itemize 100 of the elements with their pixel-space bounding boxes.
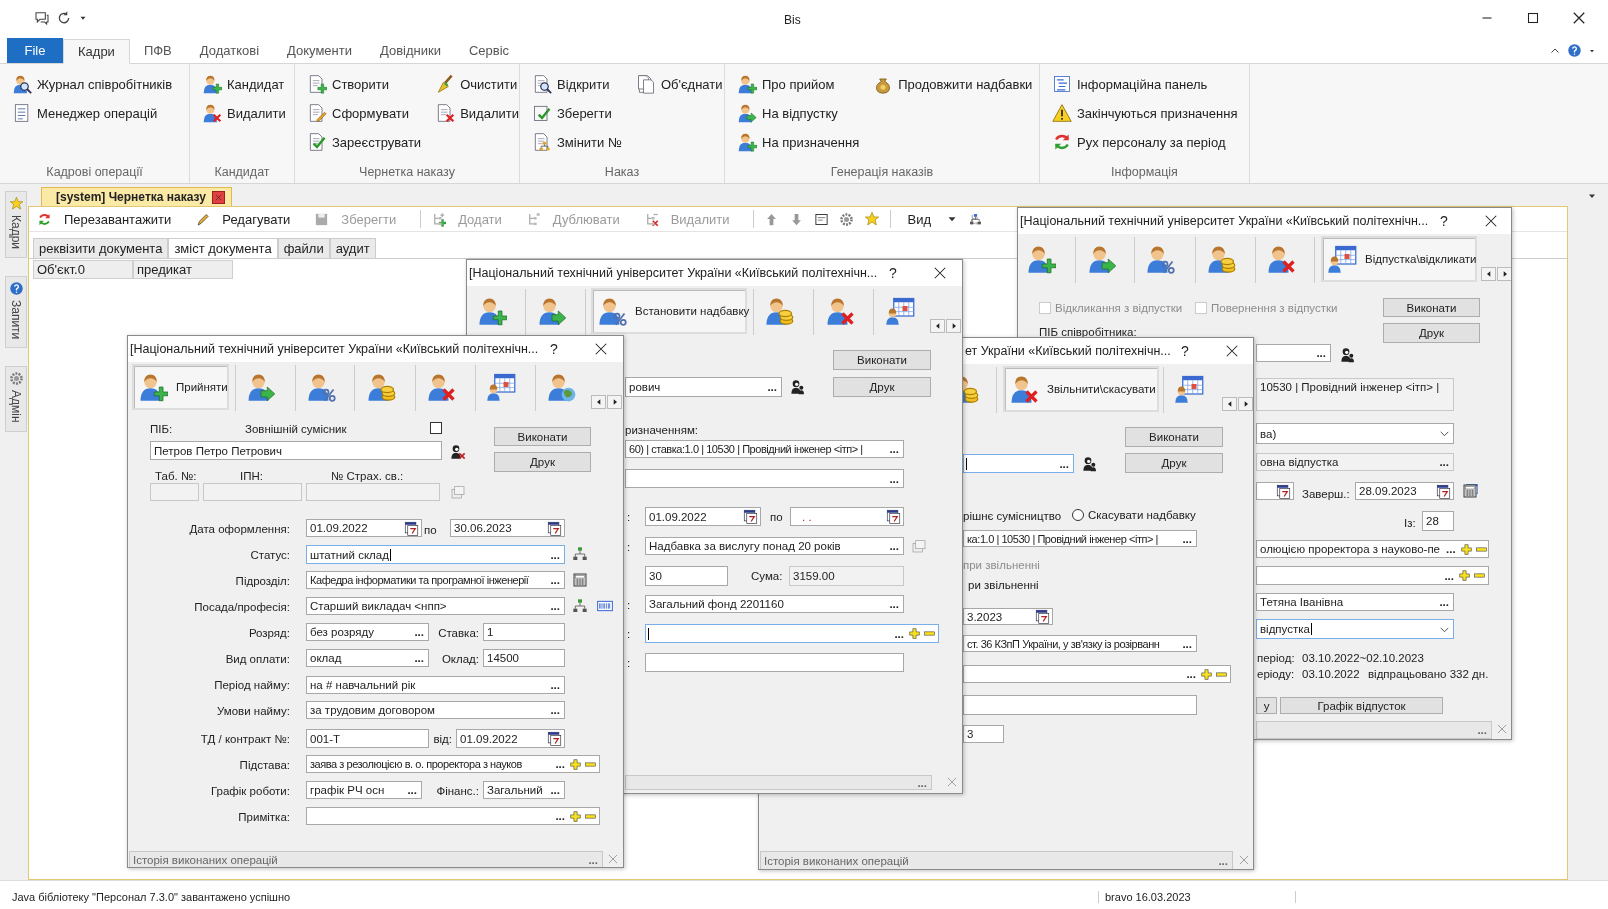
ellipsis-button[interactable]: ...	[553, 810, 567, 822]
text-field[interactable]: Тетяна Іванівна ...	[1256, 593, 1454, 611]
file-button[interactable]: File	[7, 38, 63, 63]
chat-icon[interactable]	[34, 10, 50, 26]
text-field[interactable]: оклад ...	[306, 649, 429, 667]
date-picker-icon[interactable]	[1035, 609, 1050, 624]
ellipsis-button[interactable]: ...	[887, 540, 901, 552]
sidebar-tab[interactable]: Запити	[5, 276, 27, 349]
text-field[interactable]: 1	[483, 623, 565, 641]
text-field[interactable]: ...	[1256, 566, 1489, 585]
text-field[interactable]: олюцією проректора з науково-пе ...	[1256, 540, 1489, 558]
ellipsis-button[interactable]: ...	[1057, 457, 1071, 470]
ribbon-button[interactable]: Об'єднати	[635, 72, 723, 96]
text-field[interactable]	[306, 483, 440, 501]
text-field[interactable]: 30	[645, 566, 728, 586]
text-field[interactable]: овна відпустка ...	[1256, 453, 1454, 471]
checkbox[interactable]	[430, 422, 442, 434]
ribbon-button[interactable]: Створити	[307, 72, 422, 96]
text-field[interactable]: Кафедра інформатики та програмної інженерії ...	[306, 571, 565, 589]
ribbon-tab[interactable]: Довідники	[366, 38, 455, 63]
text-field[interactable]: заява з резолюцією в. о. проректора з науков ...	[306, 755, 600, 773]
help-button[interactable]: ?	[550, 341, 558, 357]
text-field[interactable]: Петров Петро Петрович	[150, 441, 442, 460]
document-tab[interactable]: [system] Чернетка наказу	[41, 187, 232, 206]
ellipsis-button[interactable]: ...	[1475, 724, 1489, 736]
ribbon-button[interactable]: Журнал співробітників	[12, 72, 173, 96]
date-field[interactable]	[1256, 482, 1294, 500]
text-field[interactable]: ...	[306, 807, 600, 825]
text-field[interactable]: штатний склад ...	[306, 545, 565, 564]
ribbon-tab[interactable]: Документи	[273, 38, 366, 63]
action-button[interactable]: у	[1256, 697, 1277, 714]
ellipsis-button[interactable]: ...	[887, 443, 901, 455]
ellipsis-button[interactable]: ...	[1437, 456, 1451, 468]
plus-icon[interactable]	[1459, 542, 1473, 556]
scroll-left-button[interactable]	[591, 395, 606, 409]
ribbon-button[interactable]: На відпустку	[737, 101, 860, 125]
text-field[interactable]: ...	[963, 665, 1231, 683]
scroll-right-button[interactable]	[607, 395, 622, 409]
action-button[interactable]: Друк	[494, 452, 591, 472]
sidebar-tab[interactable]: Кадри	[5, 191, 27, 259]
ellipsis-button[interactable]: ...	[412, 626, 426, 638]
form-icon[interactable]	[814, 211, 830, 227]
action-button[interactable]: Виконати	[494, 427, 591, 446]
text-field[interactable]: ...	[645, 624, 939, 643]
dropdown[interactable]: відпустка	[1256, 619, 1454, 639]
text-field[interactable]: 14500	[483, 649, 565, 667]
radio-button[interactable]	[1072, 509, 1084, 521]
date-picker-icon[interactable]	[1436, 483, 1451, 499]
text-field[interactable]: без розряду ...	[306, 623, 429, 641]
ribbon-tab[interactable]: Додаткові	[185, 38, 274, 63]
action-button[interactable]: Виконати	[1125, 427, 1223, 447]
text-field[interactable]: Загальний ...	[483, 781, 565, 799]
action-button[interactable]: Друк	[1383, 323, 1480, 343]
text-field[interactable]: на # навчальний рік ...	[306, 676, 565, 694]
scroll-left-button[interactable]	[1222, 397, 1237, 411]
content-tab[interactable]: зміст документа	[168, 238, 278, 258]
ribbon-button[interactable]: Інформаційна панель	[1052, 72, 1238, 96]
clear-button[interactable]	[1237, 853, 1251, 867]
date-picker-icon[interactable]	[743, 509, 758, 524]
sidebar-tab[interactable]: Адмін	[5, 366, 27, 432]
ellipsis-button[interactable]: ...	[548, 704, 562, 716]
date-field[interactable]: 01.09.2022	[306, 519, 422, 537]
date-field[interactable]: . .	[790, 507, 904, 526]
scroll-left-button[interactable]	[930, 319, 945, 333]
plus-icon[interactable]	[569, 757, 582, 771]
action-button[interactable]: Виконати	[1383, 298, 1480, 317]
text-field[interactable]	[645, 653, 904, 672]
ellipsis-button[interactable]: ...	[1216, 854, 1230, 867]
ellipsis-button[interactable]: ...	[548, 574, 562, 586]
scroll-right-button[interactable]	[946, 319, 961, 333]
date-field[interactable]: 28.09.2023	[1355, 482, 1454, 500]
ellipsis-button[interactable]: ...	[412, 652, 426, 664]
action-button[interactable]: Виконати	[833, 350, 931, 370]
ribbon-button[interactable]: Зберегти	[532, 101, 622, 125]
tool-button[interactable]: Прийняти	[132, 364, 229, 410]
ellipsis-button[interactable]: ...	[1180, 637, 1194, 650]
date-field[interactable]: 30.06.2023	[450, 519, 565, 537]
ellipsis-button[interactable]: ...	[548, 784, 562, 796]
scroll-left-button[interactable]	[1481, 267, 1496, 281]
tree-structure-icon[interactable]	[969, 212, 982, 226]
content-tab[interactable]: аудит	[329, 238, 376, 258]
content-tab[interactable]: реквізити документа	[33, 238, 169, 258]
ribbon-tab[interactable]: Кадри	[63, 39, 130, 64]
ribbon-button[interactable]: Відкрити	[532, 72, 622, 96]
scroll-right-button[interactable]	[1238, 397, 1253, 411]
text-field[interactable]: ка:1.0 | 10530 | Провідний інженер <ітп> | ...	[963, 530, 1197, 547]
ribbon-button[interactable]: Видалити	[202, 101, 286, 125]
text-field[interactable]: 28	[1422, 511, 1454, 531]
ribbon-button[interactable]: Видалити	[435, 101, 519, 125]
text-field[interactable]: 10530 | Провідний інженер <ітп> |	[1256, 378, 1454, 411]
text-field[interactable]	[150, 483, 199, 501]
column-header[interactable]: предикат	[133, 260, 233, 279]
text-field[interactable]: Надбавка за вислугу понад 20 років ...	[645, 537, 904, 555]
ellipsis-button[interactable]: ...	[887, 472, 901, 485]
text-field[interactable]: 60) | ставка:1.0 | 10530 | Провідний інженер <ітп> | ...	[625, 440, 904, 458]
toolbar-button[interactable]: Редагувати	[195, 211, 291, 227]
help-button[interactable]: ?	[889, 265, 897, 281]
tool-button[interactable]: Встановити надбавку	[591, 288, 747, 334]
text-field[interactable]: 001-Т	[306, 729, 429, 748]
ellipsis-button[interactable]: ...	[892, 627, 906, 640]
